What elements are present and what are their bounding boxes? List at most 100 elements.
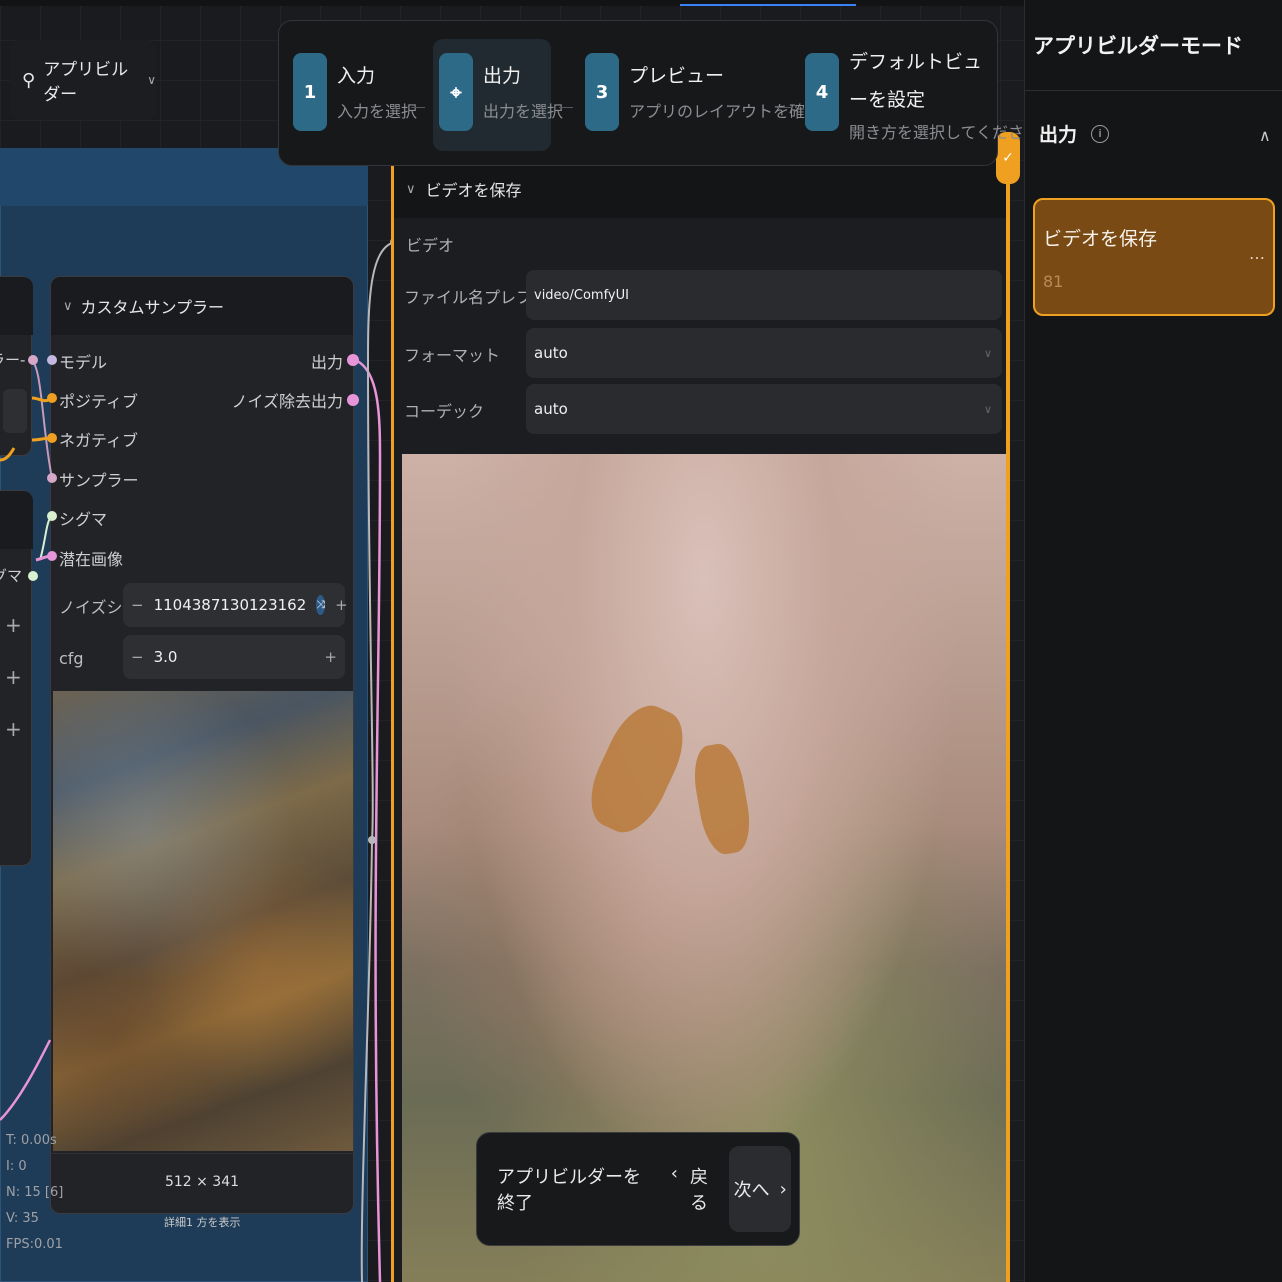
sidebar-title: アプリビルダーモード [1033, 34, 1243, 58]
port-label: ポジティブ [59, 392, 139, 411]
plus-icon[interactable]: + [5, 665, 22, 689]
info-icon[interactable]: i [1091, 124, 1110, 143]
node-title: カスタムサンプラー [80, 298, 225, 317]
filename-prefix-input[interactable]: video/ComfyUI [526, 270, 1002, 320]
outputs-section-header[interactable]: 出力 i [1039, 120, 1110, 147]
node-footer-text[interactable]: 詳細1 方を表示 [164, 1214, 241, 1230]
input-port-positive[interactable]: ポジティブ [59, 388, 138, 412]
port-label: シグマ [59, 510, 108, 529]
next-button[interactable]: 次へ › [729, 1146, 791, 1232]
step-connector [777, 107, 791, 108]
render-stats: T: 0.00s I: 0 N: 15 [6] V: 35 FPS:0.01 [6, 1128, 63, 1258]
sampler-preview-image [53, 691, 353, 1151]
step-input[interactable]: 1 入力 入力を選択 [293, 39, 417, 151]
input-port-sigmas[interactable]: シグマ [59, 506, 107, 530]
input-port-negative[interactable]: ネガティブ [59, 427, 138, 451]
more-icon[interactable]: … [1249, 244, 1265, 263]
exit-app-builder-button[interactable]: アプリビルダーを終了 [497, 1163, 643, 1215]
cfg-value[interactable]: 3.0 [154, 648, 315, 666]
port-label: ネガティブ [59, 431, 139, 450]
step-preview[interactable]: 3 プレビュー アプリのレイアウトを確認 [585, 39, 821, 151]
output-card-save-video[interactable]: ビデオを保存 81 … [1033, 198, 1275, 316]
partial-node-label: ブラー- [0, 351, 26, 369]
wrench-icon: ⚲ [22, 69, 36, 91]
step-connector [411, 107, 425, 108]
node-header[interactable]: ∨ カスタムサンプラー [51, 277, 353, 335]
randomize-icon[interactable]: ⤨ [316, 595, 326, 615]
node-title: ビデオを保存 [425, 181, 522, 200]
cursor-click-icon: ⌖ [439, 53, 473, 131]
node-header[interactable]: ∨ ビデオを保存 [394, 160, 1010, 218]
chevron-left-icon: ‹ [670, 1163, 678, 1184]
chevron-down-icon[interactable]: ∨ [63, 299, 73, 314]
video-input-label[interactable]: ビデオ [406, 232, 454, 256]
plus-icon[interactable]: + [335, 596, 348, 614]
chevron-down-icon: ∨ [147, 73, 156, 87]
format-select[interactable]: auto ∨ [526, 328, 1002, 378]
step-subtitle: 出力を選択 [483, 102, 564, 121]
stat-line: T: 0.00s [6, 1133, 57, 1148]
stat-line: V: 35 [6, 1211, 39, 1226]
active-tab-indicator [680, 4, 856, 6]
cfg-label: cfg [59, 649, 84, 668]
partial-node-label: シグマ [0, 567, 23, 585]
codec-value[interactable]: auto [534, 400, 568, 418]
input-port-sampler[interactable]: サンプラー [59, 467, 139, 491]
save-video-node[interactable]: ∨ ビデオを保存 ビデオ ファイル名プレフィックス video/ComfyUI … [391, 160, 1010, 1282]
format-label: フォーマット [404, 346, 501, 365]
deer-shape [688, 740, 756, 858]
stat-line: N: 15 [6] [6, 1185, 64, 1200]
step-title: 入力 [337, 65, 376, 87]
noise-seed-widget[interactable]: − 1104387130123162 ⤨ + [123, 583, 348, 627]
divider [1025, 90, 1282, 91]
next-label: 次へ [733, 1180, 770, 1201]
stat-line: I: 0 [6, 1159, 27, 1174]
chevron-down-icon[interactable]: ∨ [984, 403, 992, 416]
graph-canvas[interactable]: ブラー- シグマ + + + ∨ カスタムサンプラー モデル ポジティブ ネガテ… [0, 0, 1024, 1282]
plus-icon[interactable]: + [5, 613, 22, 637]
partial-dropdown[interactable] [3, 389, 27, 433]
codec-select[interactable]: auto ∨ [526, 384, 1002, 434]
tab-strip [0, 0, 1024, 6]
input-port-latent[interactable]: 潜在画像 [59, 546, 123, 570]
partial-node-sigmas[interactable]: シグマ + + + [0, 490, 33, 866]
step-number: 3 [585, 53, 619, 131]
step-number: 4 [805, 53, 839, 131]
plus-icon[interactable]: + [5, 717, 22, 741]
format-value[interactable]: auto [534, 344, 568, 362]
app-builder-menu-button[interactable]: ⚲ アプリビルダー ∨ [10, 40, 156, 120]
step-number: 1 [293, 53, 327, 131]
codec-label: コーデック [404, 402, 485, 421]
preview-size-label: 512 × 341 [51, 1153, 353, 1213]
step-subtitle: アプリのレイアウトを確認 [629, 102, 822, 121]
selection-border [1006, 132, 1010, 1282]
cfg-widget[interactable]: − 3.0 + [123, 635, 345, 679]
chevron-up-icon[interactable]: ∧ [1259, 126, 1271, 145]
input-port-model[interactable]: モデル [59, 349, 107, 373]
plus-icon[interactable]: + [324, 648, 337, 666]
chevron-down-icon[interactable]: ∨ [406, 182, 416, 197]
port-label: モデル [59, 353, 108, 372]
minus-icon[interactable]: − [131, 648, 144, 666]
step-output[interactable]: ⌖ 出力 出力を選択 [439, 39, 563, 151]
app-builder-sidebar: アプリビルダーモード 出力 i ∧ ビデオを保存 81 … [1024, 0, 1282, 1282]
chevron-down-icon[interactable]: ∨ [984, 347, 992, 360]
output-port-output[interactable]: 出力 [311, 349, 343, 373]
back-label: 戻る [689, 1167, 708, 1214]
deer-shape [577, 695, 697, 843]
minus-icon[interactable]: − [131, 596, 144, 614]
output-port-denoised[interactable]: ノイズ除去出力 [231, 388, 343, 412]
filename-prefix-value[interactable]: video/ComfyUI [534, 288, 629, 303]
output-card-id: 81 [1043, 272, 1064, 291]
custom-sampler-node[interactable]: ∨ カスタムサンプラー モデル ポジティブ ネガティブ サンプラー シグマ 潜在… [50, 276, 354, 1214]
step-default-view[interactable]: 4 デフォルトビューを設定 開き方を選択してください [805, 39, 1024, 151]
noise-seed-value[interactable]: 1104387130123162 [154, 596, 307, 614]
step-title: 出力 [483, 65, 522, 87]
step-connector [559, 107, 573, 108]
stat-line: FPS:0.01 [6, 1237, 63, 1252]
chevron-right-icon: › [779, 1178, 787, 1200]
step-title: デフォルトビューを設定 [849, 51, 983, 111]
back-button[interactable]: ‹ 戻る [671, 1163, 716, 1215]
section-title: 出力 [1039, 124, 1078, 146]
partial-node-sampler[interactable]: ブラー- [0, 276, 33, 456]
